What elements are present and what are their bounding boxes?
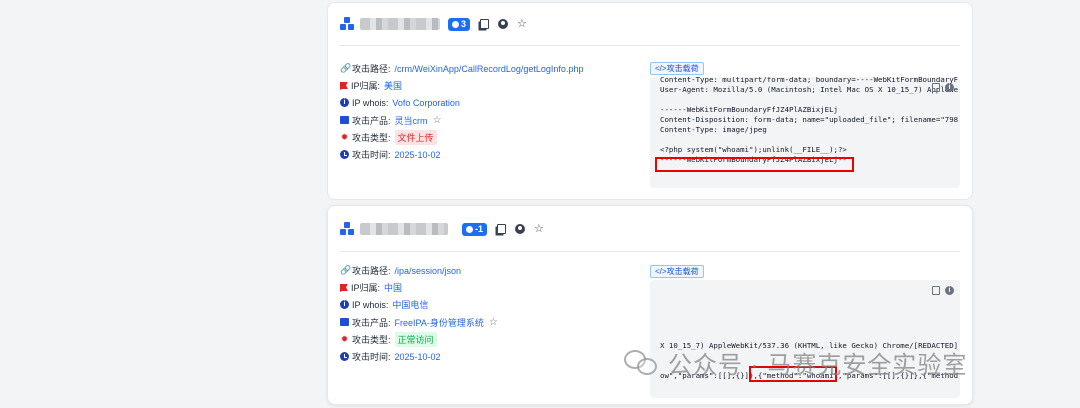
whois-value[interactable]: Vofo Corporation [392, 98, 460, 108]
clock-icon [340, 150, 349, 160]
github-badge[interactable]: 3 [448, 17, 471, 31]
card-header: -1 ☆ [340, 220, 553, 238]
link-icon: 🔗 [340, 63, 352, 74]
attack-time-label: 攻击时间: [352, 352, 391, 363]
attack-time-label: 攻击时间: [352, 150, 391, 161]
copy-icon[interactable] [480, 19, 490, 29]
attack-info: 🔗 攻击路径: /crm/WeiXinApp/CallRecordLog/get… [340, 60, 583, 163]
user-icon[interactable] [498, 19, 509, 29]
product-label: 攻击产品: [352, 317, 391, 328]
highlight-box [655, 157, 854, 172]
attack-info: 🔗 攻击路径: /ipa/session/json IP归属: 中国 i IP … [340, 262, 498, 365]
payload-code-block: Content-Type: multipart/form-data; bound… [650, 77, 960, 188]
cluster-icon [340, 222, 354, 236]
link-icon: 🔗 [340, 265, 352, 276]
copy-icon[interactable] [932, 286, 940, 295]
attack-path-row: 🔗 攻击路径: /ipa/session/json [340, 262, 498, 279]
attack-time-value: 2025-10-02 [394, 149, 441, 160]
ip-location-row: IP归属: 中国 [340, 279, 498, 296]
path-label: 攻击路径: [352, 266, 391, 277]
blurred-title [360, 18, 440, 30]
whois-label: IP whois: [352, 97, 389, 108]
star-icon[interactable]: ☆ [433, 115, 442, 126]
watermark: 公众号 · 马赛克安全实验室 [624, 345, 967, 380]
flag-icon [340, 81, 348, 90]
ip-location-label: IP归属: [351, 283, 381, 294]
whois-label: IP whois: [352, 299, 389, 310]
payload-code: Content-Type: multipart/form-data; bound… [660, 77, 959, 164]
attack-time-row: 攻击时间: 2025-10-02 [340, 348, 498, 365]
info-icon[interactable]: i [945, 286, 954, 295]
bug-icon: ✹ [340, 131, 349, 142]
attack-type-row: ✹ 攻击类型: 文件上传 [340, 129, 583, 146]
blurred-title [360, 223, 448, 235]
attack-type-row: ✹ 攻击类型: 正常访问 [340, 331, 498, 348]
bug-icon: ✹ [340, 333, 349, 344]
payload-code-block: X 10_15_7) AppleWebKit/537.36 (KHTML, li… [650, 280, 960, 398]
divider [340, 45, 960, 46]
star-icon[interactable]: ☆ [489, 317, 498, 328]
ip-location-value[interactable]: 中国 [384, 281, 402, 294]
ip-location-row: IP归属: 美国 [340, 77, 583, 94]
card-header: 3 ☆ [340, 15, 536, 33]
attack-type-tag: 正常访问 [394, 331, 437, 347]
info-icon: i [340, 300, 349, 310]
attack-path-row: 🔗 攻击路径: /crm/WeiXinApp/CallRecordLog/get… [340, 60, 583, 77]
product-row: 攻击产品: 灵当crm ☆ [340, 112, 583, 129]
ip-location-label: IP归属: [351, 81, 381, 92]
attack-type-tag: 文件上传 [394, 129, 437, 145]
clock-icon [340, 352, 349, 362]
github-icon [452, 20, 459, 28]
attack-type-label: 攻击类型: [352, 334, 391, 345]
cluster-icon [340, 17, 354, 31]
attack-time-row: 攻击时间: 2025-10-02 [340, 146, 583, 163]
payload-button[interactable]: </>攻击载荷 [650, 265, 704, 278]
flag-icon [340, 283, 348, 292]
payload-button[interactable]: </>攻击载荷 [650, 62, 704, 75]
path-link[interactable]: /ipa/session/json [395, 266, 462, 276]
star-icon[interactable]: ☆ [517, 18, 527, 30]
product-icon [340, 318, 349, 327]
product-value[interactable]: 灵当crm [395, 114, 428, 127]
product-label: 攻击产品: [352, 115, 391, 126]
divider [340, 251, 960, 252]
github-icon [466, 225, 473, 233]
whois-row: i IP whois: 中国电信 [340, 296, 498, 313]
copy-icon[interactable] [497, 224, 507, 234]
attack-type-label: 攻击类型: [352, 132, 391, 143]
attack-time-value: 2025-10-02 [394, 351, 441, 362]
path-link[interactable]: /crm/WeiXinApp/CallRecordLog/getLogInfo.… [395, 64, 584, 74]
whois-row: i IP whois: Vofo Corporation [340, 94, 583, 111]
product-value[interactable]: FreeIPA-身份管理系统 [395, 316, 484, 329]
whois-value[interactable]: 中国电信 [392, 298, 428, 311]
wechat-icon [624, 349, 658, 376]
star-icon[interactable]: ☆ [534, 223, 544, 235]
product-icon [340, 116, 349, 125]
info-icon: i [340, 98, 349, 108]
user-icon[interactable] [515, 224, 526, 234]
ip-location-value[interactable]: 美国 [384, 79, 402, 92]
info-icon[interactable]: i [945, 83, 954, 92]
path-label: 攻击路径: [352, 64, 391, 75]
attack-card-1: 3 ☆ 🔗 攻击路径: /crm/WeiXinApp/CallRecordLog… [327, 2, 973, 200]
copy-icon[interactable] [932, 83, 940, 92]
watermark-text: 公众号 · 马赛克安全实验室 [668, 352, 968, 379]
github-badge[interactable]: -1 [462, 222, 488, 236]
product-row: 攻击产品: FreeIPA-身份管理系统 ☆ [340, 314, 498, 331]
